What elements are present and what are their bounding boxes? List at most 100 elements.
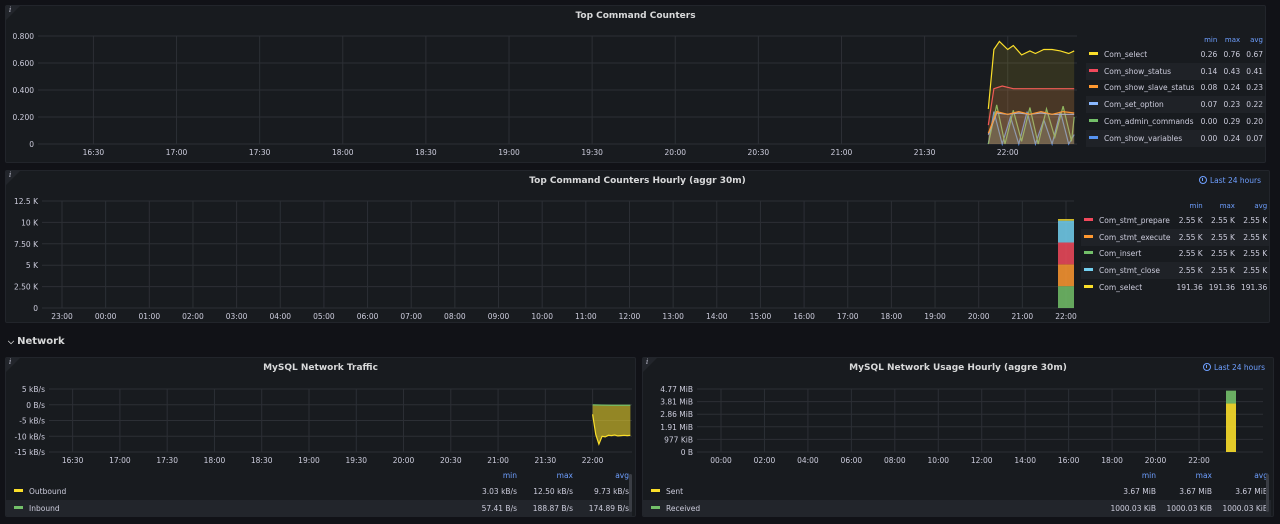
legend-scrollbar[interactable] xyxy=(1266,474,1269,512)
series-color-swatch[interactable] xyxy=(1089,85,1098,89)
legend-min-value: 0.26 xyxy=(1200,49,1218,59)
series-color-swatch[interactable] xyxy=(1084,234,1093,238)
series-color-swatch[interactable] xyxy=(1089,119,1098,123)
legend-scrollbar[interactable] xyxy=(629,474,632,512)
series-color-swatch[interactable] xyxy=(651,489,660,492)
legend-mysql-network-traffic: min max avg Outbound 3.03 kB/s 12.50 kB/s 9.73… xyxy=(6,471,632,516)
legend-row[interactable]: Com_stmt_close 2.55 K 2.55 K 2.55 K xyxy=(1081,262,1269,280)
legend-max-value: 188.87 B/s xyxy=(532,504,573,513)
legend-header-max[interactable]: max xyxy=(520,471,576,483)
series-color-swatch[interactable] xyxy=(1089,102,1098,106)
legend-row[interactable]: Received 1000.03 KiB 1000.03 KiB 1000.03 Ki… xyxy=(643,500,1271,516)
legend-row[interactable]: Sent 3.67 MiB 3.67 MiB 3.67 MiB xyxy=(643,483,1271,500)
x-tick-label: 21:30 xyxy=(914,148,936,157)
legend-series-name[interactable]: Com_stmt_prepare xyxy=(1099,216,1170,225)
series-color-swatch[interactable] xyxy=(1089,51,1098,55)
panel-mysql-network-traffic[interactable]: i MySQL Network Traffic -15 kB/s -10 kB/s… xyxy=(5,357,636,517)
legend-row[interactable]: Inbound 57.41 B/s 188.87 B/s 174.89 B/s xyxy=(6,500,632,516)
legend-header-avg[interactable]: avg xyxy=(1243,34,1265,46)
bar-Com_stmt_prepare[interactable] xyxy=(1058,242,1074,265)
legend-avg-value: 0.22 xyxy=(1243,96,1265,114)
x-tick-label: 02:00 xyxy=(754,456,776,465)
series-color-swatch[interactable] xyxy=(14,489,23,492)
bar-Received[interactable] xyxy=(1226,390,1236,404)
x-tick-label: 21:00 xyxy=(831,148,853,157)
legend-header-avg[interactable]: avg xyxy=(1215,471,1271,483)
legend-avg-value: 2.55 K xyxy=(1243,215,1268,225)
legend-row[interactable]: Com_stmt_execute 2.55 K 2.55 K 2.55 K xyxy=(1081,228,1269,246)
bar-Sent[interactable] xyxy=(1226,403,1236,452)
series-color-swatch[interactable] xyxy=(1084,251,1093,255)
legend-row[interactable]: Com_show_slave_status 0.08 0.24 0.23 xyxy=(1086,80,1265,97)
legend-header-max[interactable]: max xyxy=(1220,34,1243,46)
legend-series-name[interactable]: Com_select xyxy=(1099,283,1142,292)
panel-top-command-counters-hourly[interactable]: i Top Command Counters Hourly (aggr 30m)… xyxy=(5,170,1270,323)
x-tick-label: 19:00 xyxy=(498,148,520,157)
legend-series-name[interactable]: Received xyxy=(666,504,700,513)
bar-Com_insert[interactable] xyxy=(1058,286,1074,308)
legend-max-value: 2.55 K xyxy=(1205,262,1238,280)
series-color-swatch[interactable] xyxy=(651,506,660,509)
x-tick-label: 17:00 xyxy=(166,148,188,157)
axes: -15 kB/s -10 kB/s -5 kB/s 0 B/s 5 kB/s 16:30 1… xyxy=(14,385,632,465)
legend-header-max[interactable]: max xyxy=(1206,200,1238,212)
series-color-swatch[interactable] xyxy=(14,506,23,509)
legend-series-name[interactable]: Com_set_option xyxy=(1104,100,1164,109)
legend-min-value: 2.55 K xyxy=(1173,262,1206,280)
legend-name-cell: Com_select xyxy=(1081,279,1173,296)
legend-series-name[interactable]: Sent xyxy=(666,487,683,496)
legend-row[interactable]: Com_show_status 0.14 0.43 0.41 xyxy=(1086,62,1265,80)
legend-row[interactable]: Com_select 0.26 0.76 0.67 xyxy=(1086,46,1265,63)
row-network-toggle[interactable]: ⌵ Network xyxy=(8,336,65,347)
series-color-swatch[interactable] xyxy=(1089,135,1098,139)
legend-row[interactable]: Com_stmt_prepare 2.55 K 2.55 K 2.55 K xyxy=(1081,212,1269,229)
x-tick-label: 18:00 xyxy=(332,148,354,157)
legend-avg-value: 3.67 MiB xyxy=(1235,487,1268,496)
legend-avg-value: 2.55 K xyxy=(1237,228,1269,246)
legend-series-name[interactable]: Com_show_status xyxy=(1104,67,1171,76)
legend-row[interactable]: Outbound 3.03 kB/s 12.50 kB/s 9.73 kB/s xyxy=(6,483,632,500)
x-tick-label: 17:00 xyxy=(837,312,859,321)
legend-avg-value: 0.07 xyxy=(1243,129,1265,147)
legend-avg-value: 0.23 xyxy=(1246,83,1263,93)
legend-avg-value: 0.20 xyxy=(1246,117,1263,127)
legend-avg-value: 1000.03 KiB xyxy=(1222,504,1268,513)
axes: 0 0.200 0.400 0.600 0.800 16:30 17:00 17:30 18:0… xyxy=(13,32,1077,157)
legend-row[interactable]: Com_insert 2.55 K 2.55 K 2.55 K xyxy=(1081,246,1269,263)
panel-top-command-counters[interactable]: i Top Command Counters 0 0.200 0.400 0.600 0… xyxy=(5,5,1266,163)
legend-header-min[interactable]: min xyxy=(464,471,520,483)
legend-series-name[interactable]: Com_stmt_execute xyxy=(1099,233,1170,242)
legend-header-min[interactable]: min xyxy=(1103,471,1159,483)
axes: 0 B 977 KiB 1.91 MiB 2.86 MiB 3.81 MiB 4.77 M… xyxy=(660,385,1263,465)
bar-Com_stmt_close[interactable] xyxy=(1058,220,1074,243)
chart-mysql-network-usage-hourly: 0 B 977 KiB 1.91 MiB 2.86 MiB 3.81 MiB 4.77 M… xyxy=(660,385,1263,465)
series-color-swatch[interactable] xyxy=(1084,217,1093,221)
legend-series-name[interactable]: Com_show_variables xyxy=(1104,134,1182,143)
legend-row[interactable]: Com_show_variables 0.00 0.24 0.07 xyxy=(1086,129,1265,147)
legend-header-min[interactable]: min xyxy=(1173,200,1205,212)
legend-header-max[interactable]: max xyxy=(1159,471,1215,483)
legend-series-name[interactable]: Com_stmt_close xyxy=(1099,266,1160,275)
legend-series-name[interactable]: Com_admin_commands xyxy=(1104,117,1193,126)
legend-series-name[interactable]: Com_show_slave_status xyxy=(1104,83,1194,92)
legend-header-min[interactable]: min xyxy=(1197,34,1220,46)
series-color-swatch[interactable] xyxy=(1084,285,1093,289)
series-color-swatch[interactable] xyxy=(1084,268,1093,272)
legend-series-name[interactable]: Com_insert xyxy=(1099,249,1141,258)
legend-row[interactable]: Com_select 191.36 191.36 191.36 xyxy=(1081,279,1269,296)
x-tick-label: 18:30 xyxy=(251,456,273,465)
legend-series-name[interactable]: Outbound xyxy=(29,487,66,496)
legend-series-name[interactable]: Com_select xyxy=(1104,50,1147,59)
legend-name-cell: Com_show_variables xyxy=(1086,129,1198,147)
legend-row[interactable]: Com_admin_commands 0.00 0.29 0.20 xyxy=(1086,113,1265,130)
legend-header-avg[interactable]: avg xyxy=(576,471,632,483)
y-tick-label: 0.400 xyxy=(13,86,35,95)
legend-name-cell: Inbound xyxy=(6,504,464,513)
legend-row[interactable]: Com_set_option 0.07 0.23 0.22 xyxy=(1086,96,1265,114)
legend-series-name[interactable]: Inbound xyxy=(29,504,60,513)
panel-mysql-network-usage-hourly[interactable]: i MySQL Network Usage Hourly (aggre 30m)… xyxy=(642,357,1274,517)
legend-header-avg[interactable]: avg xyxy=(1238,200,1269,212)
bar-Com_select[interactable] xyxy=(1058,219,1074,221)
bar-Com_stmt_execute[interactable] xyxy=(1058,264,1074,287)
series-color-swatch[interactable] xyxy=(1089,68,1098,72)
